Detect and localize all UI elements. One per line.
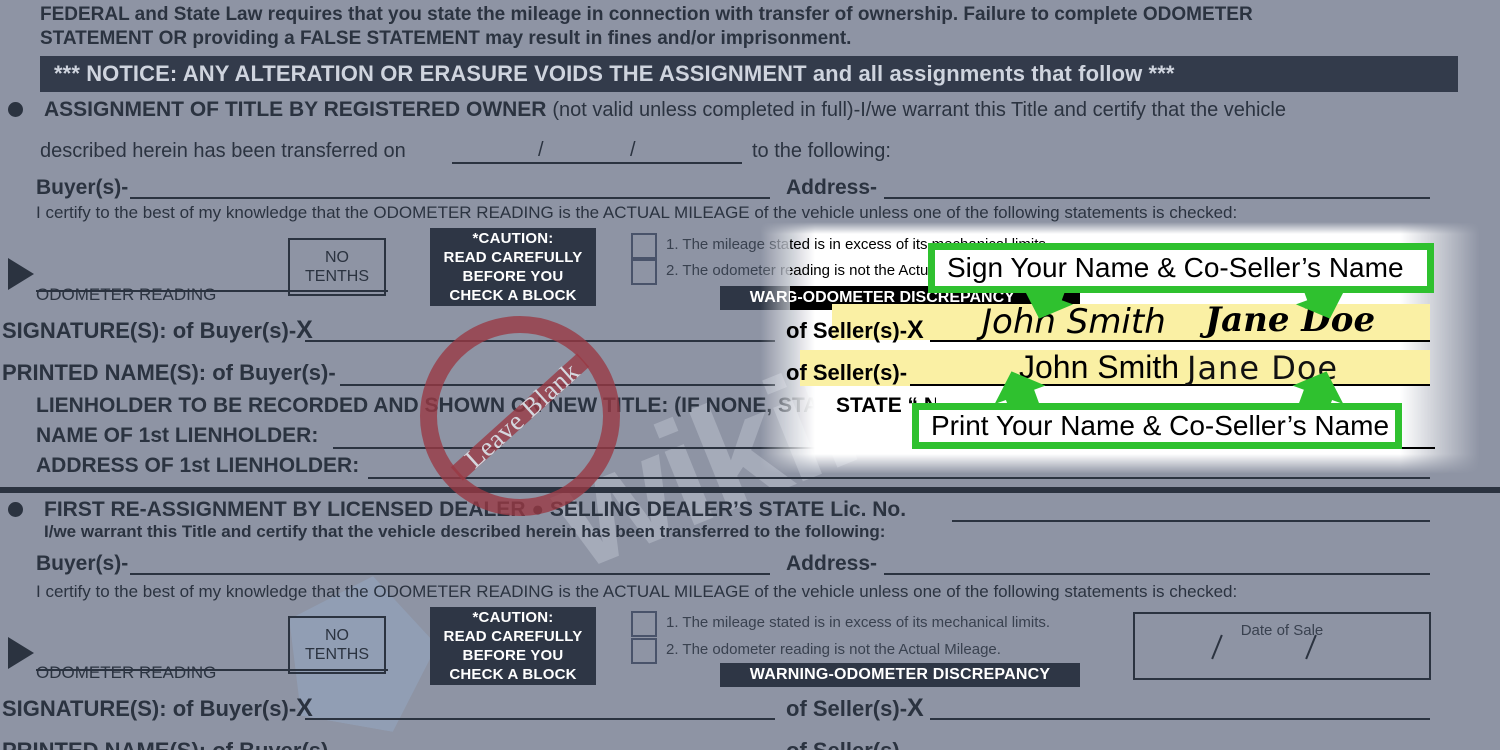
section1-transferred-label: described herein has been transferred on [40,140,406,162]
section1-address-label: Address- [786,176,878,199]
section1-printed-buyers-label: PRINTED NAME(S): of Buyer(s)- [2,360,336,385]
section2-bullet-icon [8,502,23,517]
section1-no-tenths-box: NO TENTHS [288,238,386,296]
section2-printed-sellers-label: of Seller(s)- [786,738,907,750]
section2-checkbox-1[interactable] [631,611,657,637]
section1-certify-line: I certify to the best of my knowledge th… [36,203,1238,222]
section1-odometer-arrow-icon [8,258,34,290]
seller-printed-1: John Smith [1019,349,1180,385]
caution-line-4: CHECK A BLOCK [449,666,577,683]
section1-lienholder-heading: LIENHOLDER TO BE RECORDED AND SHOWN ON N… [36,394,945,417]
section2-checkbox-2-label: 2. The odometer reading is not the Actua… [666,641,1001,658]
no-tenths-line-1: NO [325,627,349,644]
caution-line-4: CHECK A BLOCK [449,287,577,304]
section2-subheading: I/we warrant this Title and certify that… [44,522,886,541]
section1-buyer-printed-field[interactable] [340,384,775,386]
notice-bar: *** NOTICE: ANY ALTERATION OR ERASURE VO… [40,56,1458,92]
section1-odometer-label: ODOMETER READING [36,285,217,304]
federal-law-line-2: STATEMENT OR providing a FALSE STATEMENT… [40,28,852,49]
section2-seller-sig-x: X [907,694,924,722]
date-slash-2: / [630,139,636,161]
section2-buyers-label: Buyer(s)- [36,552,129,575]
section2-seller-signature-field[interactable] [930,718,1430,720]
section2-checkbox-2[interactable] [631,638,657,664]
section2-caution-box: *CAUTION: READ CAREFULLY BEFORE YOU CHEC… [430,607,596,685]
section1-date-field[interactable] [452,162,742,164]
no-tenths-line-1: NO [325,249,349,266]
section1-checkbox-2[interactable] [631,259,657,285]
section1-address-field[interactable] [884,197,1430,199]
section2-heading: FIRST RE-ASSIGNMENT BY LICENSED DEALER ●… [44,498,907,521]
section1-lienholder-address-field[interactable] [368,477,1430,479]
section1-buyer-signature-field[interactable] [305,340,775,342]
section2-certify-line: I certify to the best of my knowledge th… [36,582,1238,601]
section1-signature-buyers-label: SIGNATURE(S): of Buyer(s)-X [2,316,313,344]
no-tenths-line-2: TENTHS [305,646,369,663]
section1-to-following: to the following: [752,140,891,162]
section2-dealer-license-field[interactable] [952,520,1430,522]
section2-signature-buyers-label: SIGNATURE(S): of Buyer(s)-X [2,694,313,722]
section2-printed-buyers-label: PRINTED NAME(S): of Buyer(s)- [2,738,336,750]
caution-line-1: *CAUTION: [472,609,554,626]
lit-signature-sellers-label: of Seller(s)-X [786,316,924,344]
caution-line-3: BEFORE YOU [462,268,564,285]
section1-lienholder-name-label: NAME OF 1st LIENHOLDER: [36,424,319,447]
section2-odometer-arrow-icon [8,637,34,669]
section2-signature-sellers-label: of Seller(s)-X [786,694,924,722]
date-of-sale-box[interactable]: Date of Sale [1133,612,1431,680]
callout-print-your-name: Print Your Name & Co-Seller’s Name [912,403,1402,449]
section1-bullet-icon [8,102,23,117]
section2-odometer-label: ODOMETER READING [36,663,217,682]
section2-buyers-field[interactable] [130,573,770,575]
date-slash-1: / [538,139,544,161]
section2-buyer-signature-field[interactable] [305,718,775,720]
federal-law-line-1: FEDERAL and State Law requires that you … [40,4,1253,25]
seller-printed-2: Jane Doe [1187,349,1339,387]
section1-buyers-label: Buyer(s)- [36,176,129,199]
title-form-page: wikiHow FEDERAL and State Law requires t… [0,0,1500,750]
section1-heading: ASSIGNMENT OF TITLE BY REGISTERED OWNER … [44,98,1286,121]
section2-address-field[interactable] [884,573,1430,575]
section2-no-tenths-box: NO TENTHS [288,616,386,674]
section1-lienholder-address-label: ADDRESS OF 1st LIENHOLDER: [36,454,360,477]
section1-checkbox-1[interactable] [631,233,657,259]
callout-sign-your-name: Sign Your Name & Co-Seller’s Name [928,243,1434,293]
section1-buyers-field[interactable] [130,197,770,199]
no-tenths-line-2: TENTHS [305,268,369,285]
section2-warning-bar: WARNING-ODOMETER DISCREPANCY [720,663,1080,687]
seller-signature-2: Jane Doe [1205,300,1376,340]
seller-signature-1: John Smith [982,302,1166,342]
caution-line-2: READ CAREFULLY [443,249,583,266]
section-divider [0,487,1500,493]
caution-line-1: *CAUTION: [472,230,554,247]
section2-address-label: Address- [786,552,878,575]
section2-checkbox-1-label: 1. The mileage stated is in excess of it… [666,614,1051,631]
section1-caution-box: *CAUTION: READ CAREFULLY BEFORE YOU CHEC… [430,228,596,306]
date-of-sale-label: Date of Sale [1240,622,1324,639]
lit-printed-sellers-label: of Seller(s)- [786,360,908,385]
caution-line-2: READ CAREFULLY [443,628,583,645]
caution-line-3: BEFORE YOU [462,647,564,664]
